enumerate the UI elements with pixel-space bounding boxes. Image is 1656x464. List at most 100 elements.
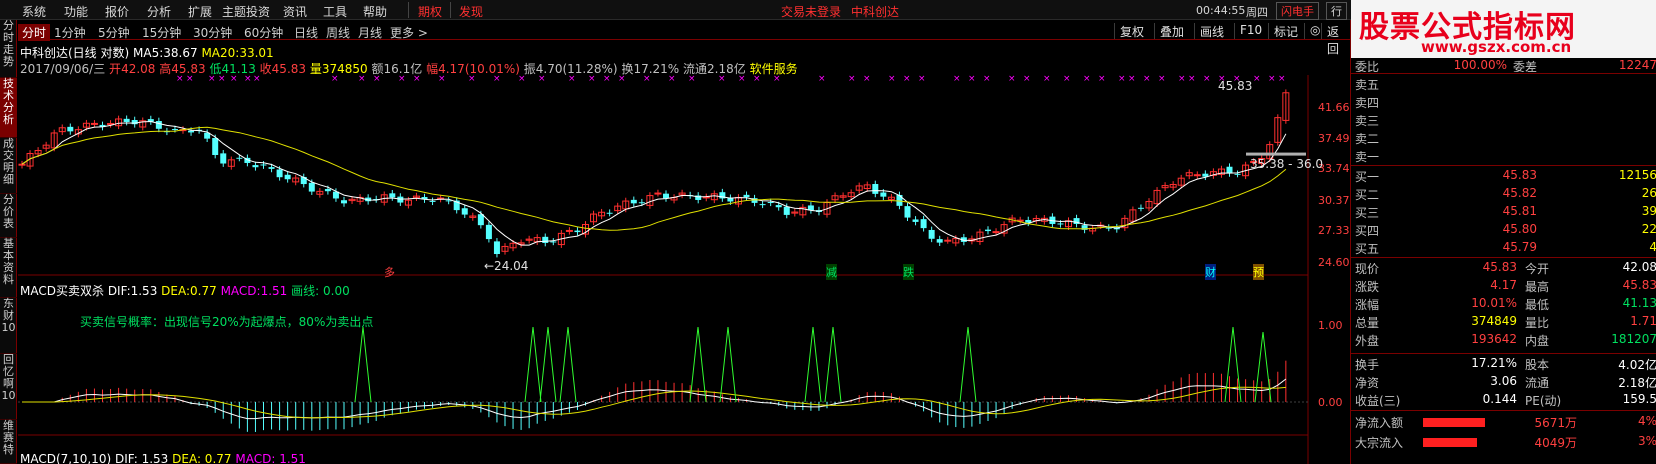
menu-system[interactable]: 系统 (22, 3, 46, 20)
change-label: 幅 (426, 62, 439, 76)
signal-marker: 多 (384, 266, 395, 279)
candle-body (1226, 166, 1233, 174)
fuquan-button[interactable]: 复权 (1114, 23, 1149, 39)
tab-15min[interactable]: 15分钟 (142, 24, 181, 41)
x-marker: × (1083, 75, 1091, 84)
ask-row[interactable]: 卖一 (1353, 148, 1656, 166)
candle-body (542, 236, 549, 243)
signal-triangle (1224, 326, 1242, 403)
x-marker: × (588, 75, 596, 84)
weibi-label: 委比 (1355, 60, 1380, 72)
flow-label: 大宗流入 (1355, 436, 1404, 450)
trade-login-status[interactable]: 交易未登录 (781, 3, 841, 20)
sidebar-item-weisaite[interactable]: 维赛特 (0, 420, 17, 464)
buy-sell-signals (354, 326, 1272, 403)
menu-discover[interactable]: 发现 (459, 3, 483, 20)
sidebar-item-dongcai[interactable]: 东财10 (0, 298, 17, 354)
menu-extend[interactable]: 扩展 (188, 3, 212, 20)
high-value: 45.83 (171, 62, 206, 76)
tab-monthly[interactable]: 月线 (358, 24, 382, 41)
x-marker: × (1268, 75, 1276, 84)
sidebar-item-trade-detail[interactable]: 成交明细 (0, 138, 17, 194)
bid-label: 买四 (1355, 224, 1380, 238)
low-price-label: ←24.04 (484, 259, 529, 273)
x-marker: × (413, 75, 421, 84)
tab-30min[interactable]: 30分钟 (193, 24, 232, 41)
menu-help[interactable]: 帮助 (363, 3, 387, 20)
quote-row: 外盘 193642 内盘 181207 (1353, 332, 1656, 350)
left-sidebar: 分时走势 技术分析 成交明细 分价表 基本资料 东财10 回忆啊10 维赛特 (0, 20, 17, 464)
period-tab-bar: 分时 1分钟 5分钟 15分钟 30分钟 60分钟 日线 周线 月线 更多 > … (18, 22, 1350, 56)
close-label: 收 (259, 62, 272, 76)
flash-trade-button[interactable]: 闪电手 (1276, 2, 1319, 20)
stock-name: 中科创达(日线 对数) (20, 46, 130, 60)
draw-line-button[interactable]: 画线 (1194, 23, 1229, 39)
mark-button[interactable]: 标记 (1268, 23, 1303, 39)
sidebar-item-tech-analysis[interactable]: 技术分析 (0, 78, 17, 138)
price-tick: 27.33 (1318, 224, 1350, 237)
sidebar-item-huiyi[interactable]: 回忆啊10 (0, 354, 17, 420)
bid-row[interactable]: 买一 45.83 12156 (1353, 168, 1656, 186)
bid-row[interactable]: 买五 45.79 4 (1353, 240, 1656, 258)
candle-body (1057, 223, 1064, 225)
sidebar-item-fundamentals[interactable]: 基本资料 (0, 238, 17, 298)
sidebar-item-price-table[interactable]: 分价表 (0, 194, 17, 238)
dif-label: DIF: (107, 284, 131, 298)
tab-60min[interactable]: 60分钟 (244, 24, 283, 41)
bid-volume: 26 (1641, 186, 1656, 200)
ask-row[interactable]: 卖四 (1353, 94, 1656, 112)
menu-options[interactable]: 期权 (418, 3, 442, 20)
tab-5min[interactable]: 5分钟 (98, 24, 130, 41)
menu-quote[interactable]: 报价 (105, 3, 129, 20)
low-value: 41.13 (221, 62, 256, 76)
candle-body (872, 183, 879, 194)
weicha-label: 委差 (1513, 60, 1538, 72)
amplitude-value: 振4.70(11.28%) (523, 62, 618, 76)
menu-theme-invest[interactable]: 主题投资 (222, 3, 270, 20)
candle-body (606, 212, 613, 214)
macd2-dea: DEA: 0.77 (172, 452, 232, 464)
x-marker: × (1253, 75, 1261, 84)
bid-price: 45.82 (1502, 186, 1537, 200)
quote-label: 现价 (1355, 262, 1380, 276)
sidebar-item-timeshare[interactable]: 分时走势 (0, 20, 17, 78)
tab-1min[interactable]: 1分钟 (54, 24, 86, 41)
x-markers: × × × × × × × × × × × × × × × × × × × × × × × × × × × × × × × × × × × × × × × ×… (176, 75, 1286, 84)
bid-row[interactable]: 买三 45.81 39 (1353, 204, 1656, 222)
tab-weekly[interactable]: 周线 (326, 24, 350, 41)
quote-value: 45.83 (1482, 260, 1517, 274)
tab-more[interactable]: 更多 > (390, 24, 428, 41)
bid-row[interactable]: 买二 45.82 26 (1353, 186, 1656, 204)
x-marker: × (603, 75, 611, 84)
finance-label: 股本 (1525, 358, 1550, 372)
candle-body (171, 129, 178, 131)
x-marker: × (668, 75, 676, 84)
bid-row[interactable]: 买四 45.80 22 (1353, 222, 1656, 240)
open-value: 42.08 (121, 62, 156, 76)
bid-label: 买二 (1355, 188, 1380, 202)
x-marker: × (688, 75, 696, 84)
menu-tools[interactable]: 工具 (323, 3, 347, 20)
f10-button[interactable]: F10 (1234, 23, 1267, 39)
candle-body (324, 189, 331, 192)
ask-row[interactable]: 卖三 (1353, 112, 1656, 130)
x-marker: × (1188, 75, 1196, 84)
overlay-button[interactable]: 叠加 (1154, 23, 1189, 39)
ask-row[interactable]: 卖五 (1353, 76, 1656, 94)
candle-body (912, 219, 919, 222)
ask-row[interactable]: 卖二 (1353, 130, 1656, 148)
menu-function[interactable]: 功能 (64, 3, 88, 20)
candle-body (928, 229, 935, 239)
back-button[interactable]: 返回 (1321, 23, 1350, 56)
kline-chart[interactable]: × × × × × × × × × × × × × × × × × × × × × × × × × × × × × × × × × × × × × × × ×… (18, 75, 1350, 464)
row-button[interactable]: 行 (1326, 2, 1347, 20)
quote-label: 最高 (1525, 280, 1550, 294)
menu-news[interactable]: 资讯 (283, 3, 307, 20)
weekday: 周四 (1246, 6, 1268, 19)
tab-daily[interactable]: 日线 (294, 24, 318, 41)
tab-timeshare[interactable]: 分时 (18, 24, 51, 41)
candle-body (783, 206, 790, 215)
macd2-legend: MACD(7,10,10) DIF: 1.53 DEA: 0.77 MACD: … (20, 452, 306, 464)
price-tick: 24.60 (1318, 256, 1350, 269)
menu-analysis[interactable]: 分析 (147, 3, 171, 20)
